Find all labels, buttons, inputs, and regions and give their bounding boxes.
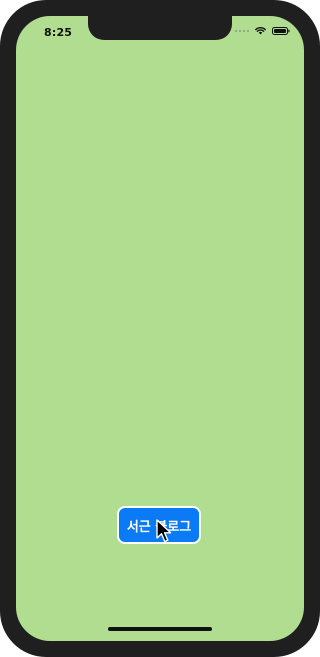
status-time: 8:25 (44, 26, 73, 39)
wifi-icon (255, 27, 266, 35)
home-indicator[interactable] (108, 627, 212, 631)
phone-frame: 8:25 서근 블로그 (0, 0, 320, 657)
app-screen: 8:25 서근 블로그 (16, 16, 304, 641)
status-icons (235, 27, 290, 35)
cursor-icon (156, 519, 174, 545)
notch (88, 16, 232, 40)
signal-icon (235, 30, 249, 32)
battery-icon (272, 27, 290, 35)
